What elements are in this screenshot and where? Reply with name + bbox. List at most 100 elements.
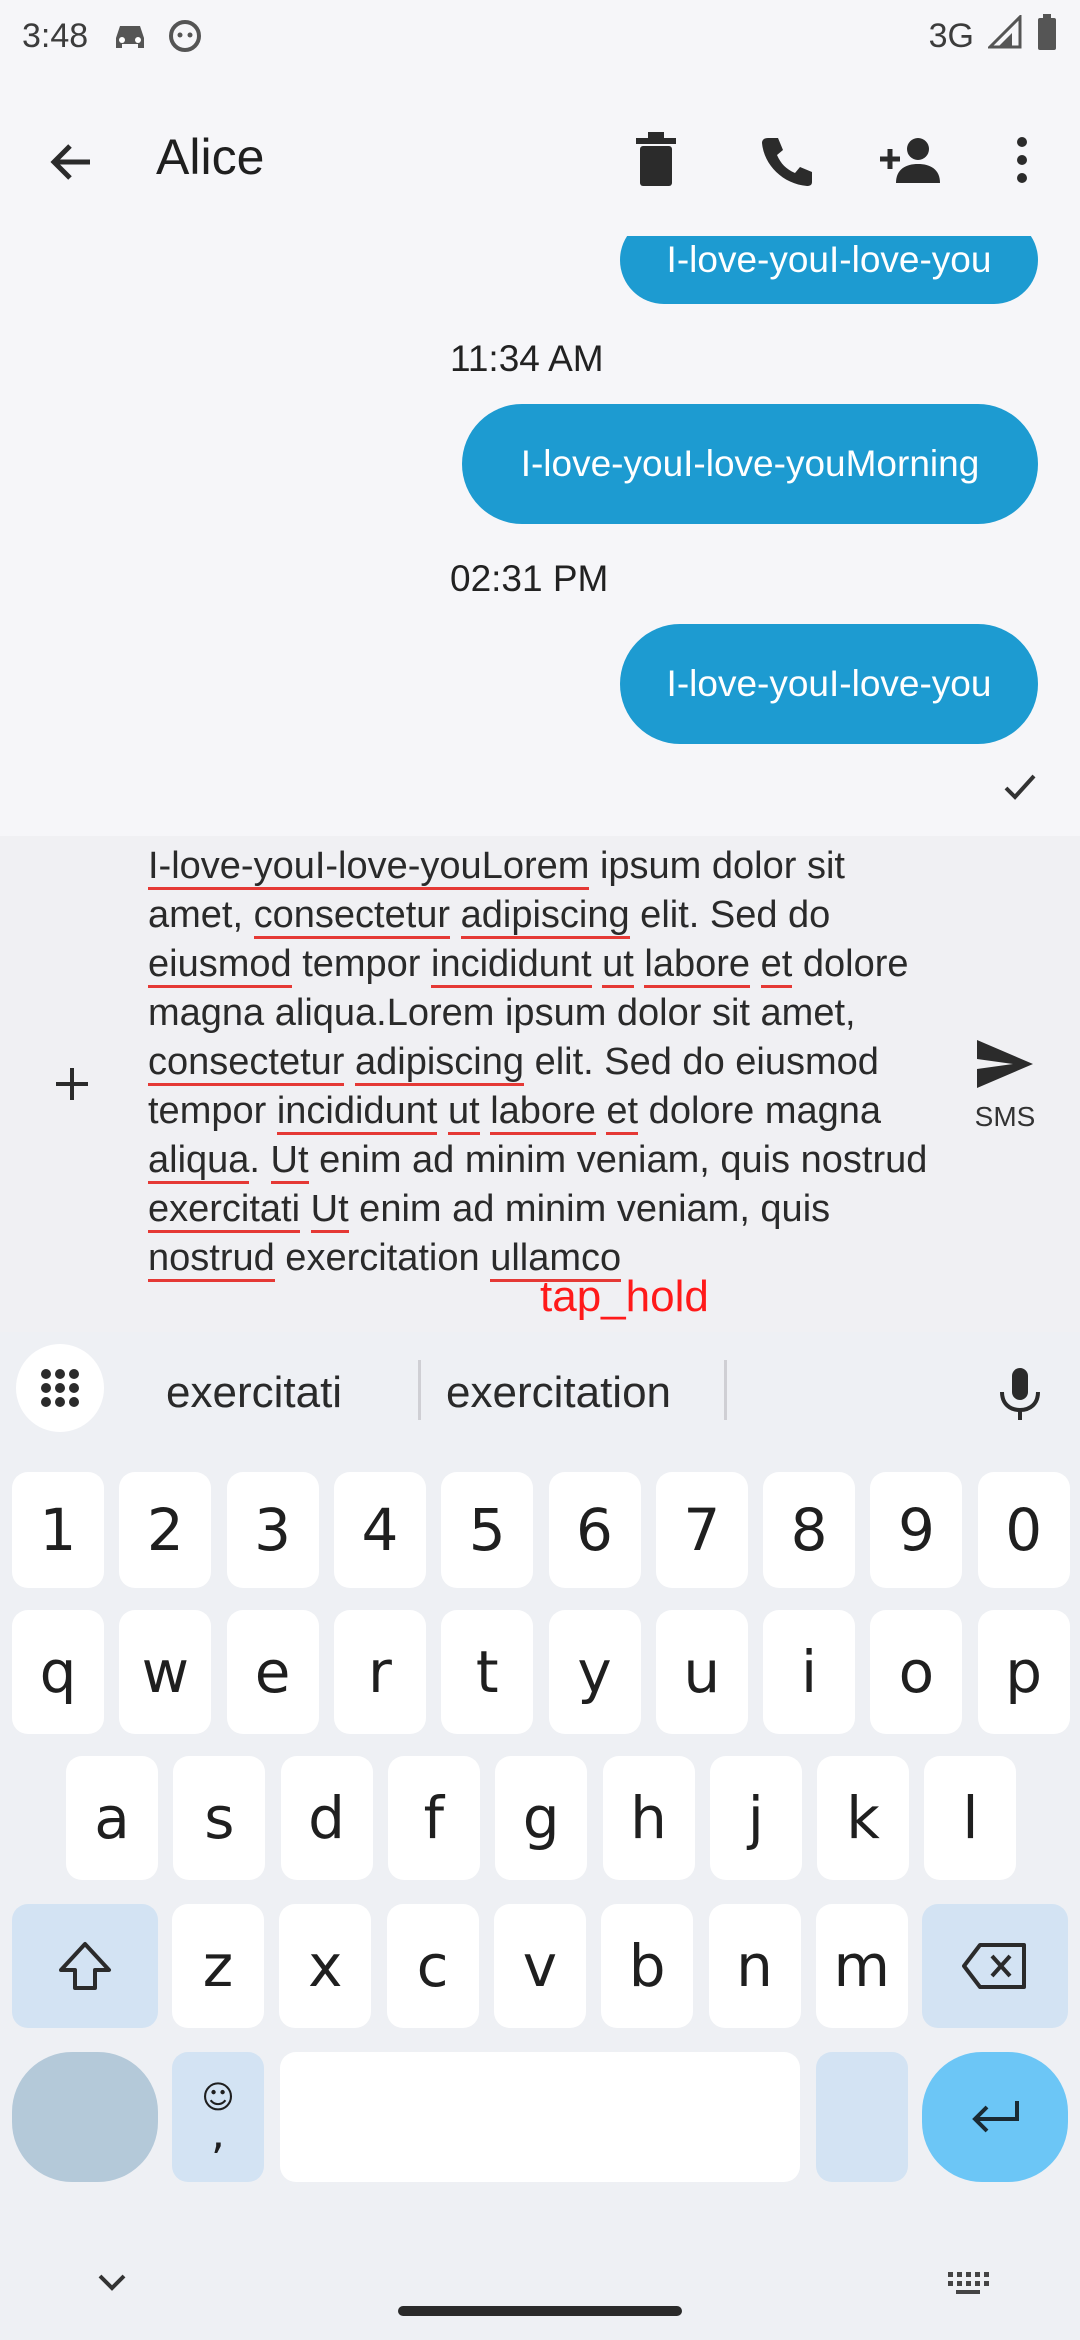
text-run	[450, 894, 461, 936]
add-contact-icon[interactable]	[880, 128, 944, 192]
key-y[interactable]: y	[548, 1610, 641, 1734]
back-arrow-icon[interactable]	[44, 134, 100, 190]
period-key[interactable]	[816, 2052, 908, 2182]
key-5[interactable]: 5	[441, 1472, 534, 1588]
enter-key[interactable]	[922, 2052, 1068, 2182]
message-timestamp: 02:31 PM	[450, 558, 609, 599]
shift-icon	[59, 1942, 111, 1990]
misspelled-word: labore	[644, 943, 751, 988]
key-1[interactable]: 1	[12, 1472, 104, 1588]
misspelled-word: et	[606, 1090, 639, 1135]
comma-label: ,	[211, 2108, 225, 2159]
hide-keyboard-chevron-icon[interactable]	[92, 2268, 132, 2301]
emoji-comma-key[interactable]: ☺,	[172, 2052, 264, 2182]
key-x[interactable]: x	[279, 1904, 372, 2028]
text-run	[596, 1090, 607, 1132]
message-input[interactable]: I-love-youI-love-youLorem ipsum dolor si…	[148, 842, 938, 1283]
key-q[interactable]: q	[12, 1610, 104, 1734]
app-bar: Alice	[0, 90, 1080, 230]
key-j[interactable]: j	[709, 1756, 802, 1880]
key-b[interactable]: b	[601, 1904, 694, 2028]
misspelled-word: et	[760, 943, 793, 988]
key-m[interactable]: m	[815, 1904, 908, 2028]
more-options-icon[interactable]	[990, 128, 1054, 192]
key-0[interactable]: 0	[977, 1472, 1070, 1588]
send-button[interactable]: SMS	[960, 1036, 1050, 1146]
phone-icon[interactable]	[754, 128, 818, 192]
misspelled-word: Ut	[270, 1139, 309, 1184]
key-9[interactable]: 9	[870, 1472, 963, 1588]
key-p[interactable]: p	[977, 1610, 1070, 1734]
key-w[interactable]: w	[119, 1610, 212, 1734]
key-g[interactable]: g	[495, 1756, 588, 1880]
text-run: dolore magna	[638, 1090, 882, 1132]
navigation-bar	[0, 2250, 1080, 2340]
keyboard-switch-icon[interactable]	[946, 2270, 990, 2301]
text-run	[592, 943, 603, 985]
suggestion-item[interactable]: exercitati	[166, 1368, 342, 1418]
key-r[interactable]: r	[333, 1610, 426, 1734]
key-n[interactable]: n	[708, 1904, 801, 2028]
gesture-overlay-label: tap_hold	[540, 1272, 709, 1321]
key-d[interactable]: d	[280, 1756, 373, 1880]
text-run: tempor	[291, 943, 432, 985]
suggestion-divider	[418, 1360, 421, 1420]
misspelled-word: nostrud	[148, 1237, 275, 1282]
key-a[interactable]: a	[66, 1756, 158, 1880]
key-7[interactable]: 7	[655, 1472, 748, 1588]
text-run	[750, 943, 761, 985]
car-icon	[110, 20, 150, 52]
key-3[interactable]: 3	[226, 1472, 319, 1588]
key-z[interactable]: z	[172, 1904, 264, 2028]
microphone-icon[interactable]	[990, 1364, 1050, 1424]
shift-key[interactable]	[12, 1904, 158, 2028]
suggestion-item[interactable]: exercitation	[446, 1368, 671, 1418]
message-bubble[interactable]: I-love-youI-love-you	[620, 236, 1038, 304]
key-i[interactable]: i	[763, 1610, 856, 1734]
misspelled-word: incididunt	[431, 943, 592, 988]
key-u[interactable]: u	[655, 1610, 748, 1734]
key-2[interactable]: 2	[119, 1472, 212, 1588]
backspace-key[interactable]	[922, 1904, 1068, 2028]
misspelled-word: exercitati	[148, 1188, 301, 1233]
enter-icon	[972, 2101, 1019, 2133]
key-l[interactable]: l	[924, 1756, 1017, 1880]
misspelled-word: ut	[447, 1090, 480, 1135]
backspace-icon	[962, 1943, 1026, 1989]
misspelled-word: eiusmod	[148, 943, 292, 988]
message-timestamp: 11:34 AM	[450, 338, 604, 379]
key-k[interactable]: k	[817, 1756, 910, 1880]
misspelled-word: labore	[490, 1090, 596, 1135]
text-run: .	[249, 1139, 271, 1181]
attach-plus-icon[interactable]	[44, 1056, 100, 1112]
misspelled-word: adipiscing	[355, 1041, 525, 1086]
text-run: enim ad minim veniam, quis	[348, 1188, 831, 1230]
key-t[interactable]: t	[441, 1610, 534, 1734]
network-type: 3G	[928, 16, 974, 55]
keyboard-menu-icon[interactable]	[16, 1344, 104, 1432]
conversation-title: Alice	[156, 129, 265, 185]
key-e[interactable]: e	[226, 1610, 319, 1734]
key-f[interactable]: f	[387, 1756, 480, 1880]
misspelled-word: consectetur	[253, 894, 451, 939]
message-list[interactable]: I-love-youI-love-you 11:34 AM I-love-you…	[0, 236, 1080, 836]
text-run	[344, 1041, 355, 1083]
misspelled-word: adipiscing	[460, 894, 630, 939]
suggestion-divider	[724, 1360, 727, 1420]
message-bubble[interactable]: I-love-youI-love-youMorning	[462, 404, 1038, 524]
misspelled-word: incididunt	[276, 1090, 438, 1135]
home-gesture-pill[interactable]	[398, 2306, 682, 2316]
key-s[interactable]: s	[173, 1756, 266, 1880]
delete-icon[interactable]	[624, 128, 688, 192]
key-h[interactable]: h	[602, 1756, 695, 1880]
message-bubble[interactable]: I-love-youI-love-you	[620, 624, 1038, 744]
key-c[interactable]: c	[386, 1904, 479, 2028]
key-o[interactable]: o	[870, 1610, 963, 1734]
key-v[interactable]: v	[493, 1904, 586, 2028]
text-run: exercitation	[274, 1237, 491, 1279]
key-4[interactable]: 4	[333, 1472, 426, 1588]
key-8[interactable]: 8	[763, 1472, 856, 1588]
key-6[interactable]: 6	[548, 1472, 641, 1588]
space-bar[interactable]	[280, 2052, 800, 2182]
symbols-key[interactable]	[12, 2052, 158, 2182]
